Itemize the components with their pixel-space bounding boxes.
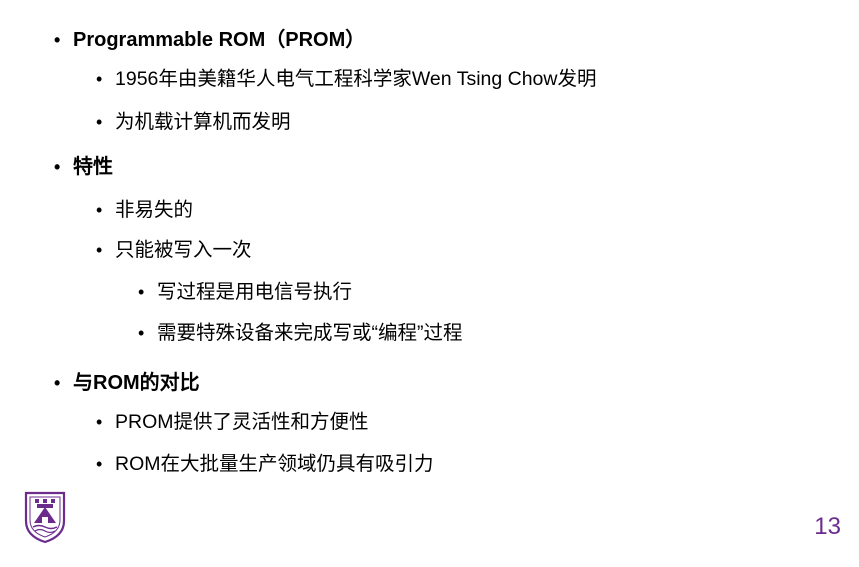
bullet-text: 非易失的 [115,199,194,221]
bullet-prom-title: • Programmable ROM（PROM） [54,29,366,51]
bullet-dot: • [138,282,145,302]
bullet-text: 1956年由美籍华人电气工程科学家Wen Tsing Chow发明 [115,68,597,90]
bullet-text: ROM在大批量生产领域仍具有吸引力 [115,453,434,475]
bullet-text: 需要特殊设备来完成写或“编程”过程 [157,322,463,344]
university-crest-icon [24,491,66,544]
bullet-dot: • [96,112,103,132]
bullet-features-sub2: • 只能被写入一次 [96,239,252,261]
bullet-dot: • [54,157,61,177]
bullet-dot: • [96,412,103,432]
bullet-text: 特性 [73,156,113,178]
bullet-dot: • [138,323,145,343]
bullet-compare-sub1: • PROM提供了灵活性和方便性 [96,411,369,433]
slide: • Programmable ROM（PROM） • 1956年由美籍华人电气工… [0,0,859,567]
bullet-dot: • [96,69,103,89]
bullet-prom-sub2: • 为机载计算机而发明 [96,111,291,133]
bullet-text: 为机载计算机而发明 [115,111,291,133]
bullet-compare-sub2: • ROM在大批量生产领域仍具有吸引力 [96,453,434,475]
bullet-features-title: • 特性 [54,156,113,178]
page-number: 13 [814,513,841,540]
bullet-dot: • [54,373,61,393]
bullet-text: 写过程是用电信号执行 [157,281,353,303]
bullet-features-sub1: • 非易失的 [96,199,194,221]
bullet-text: PROM提供了灵活性和方便性 [115,411,369,433]
bullet-features-sub2-a: • 写过程是用电信号执行 [138,281,353,303]
bullet-text: 与ROM的对比 [73,372,200,394]
bullet-dot: • [96,240,103,260]
bullet-text: Programmable ROM（PROM） [73,29,366,51]
bullet-features-sub2-b: • 需要特殊设备来完成写或“编程”过程 [138,322,463,344]
bullet-dot: • [96,454,103,474]
bullet-prom-sub1: • 1956年由美籍华人电气工程科学家Wen Tsing Chow发明 [96,68,597,90]
bullet-text: 只能被写入一次 [115,239,252,261]
bullet-dot: • [96,200,103,220]
bullet-compare-title: • 与ROM的对比 [54,372,200,394]
bullet-dot: • [54,30,61,50]
